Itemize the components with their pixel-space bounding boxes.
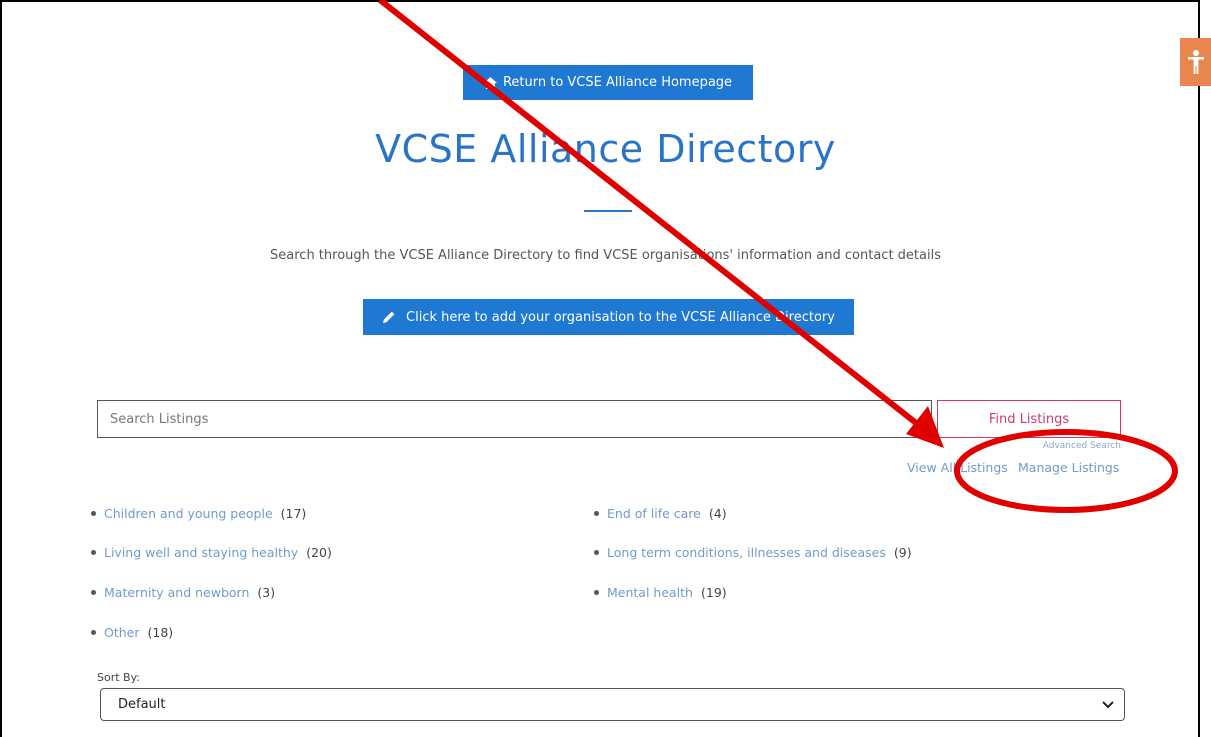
find-listings-button[interactable]: Find Listings bbox=[937, 400, 1121, 438]
advanced-search-link[interactable]: Advanced Search bbox=[1000, 441, 1121, 451]
title-divider bbox=[584, 210, 632, 212]
bullet bbox=[91, 630, 96, 635]
category-item: Living well and staying healthy (20) bbox=[91, 545, 332, 560]
category-count: (18) bbox=[147, 625, 174, 640]
bullet bbox=[594, 590, 599, 595]
pencil-icon bbox=[383, 311, 395, 323]
bullet bbox=[594, 550, 599, 555]
category-count: (20) bbox=[306, 545, 332, 560]
add-organisation-label: Click here to add your organisation to t… bbox=[406, 309, 835, 325]
add-organisation-button[interactable]: Click here to add your organisation to t… bbox=[363, 299, 854, 335]
bullet bbox=[91, 511, 96, 516]
category-link[interactable]: Mental health bbox=[607, 585, 693, 600]
category-item: Long term conditions, illnesses and dise… bbox=[594, 545, 912, 560]
category-link[interactable]: Other bbox=[104, 625, 140, 640]
category-count: (9) bbox=[893, 545, 912, 560]
category-item: Other (18) bbox=[91, 625, 173, 640]
category-count: (4) bbox=[708, 506, 727, 521]
sort-label: Sort By: bbox=[97, 671, 141, 684]
return-homepage-label: Return to VCSE Alliance Homepage bbox=[502, 75, 733, 90]
category-link[interactable]: Maternity and newborn bbox=[104, 585, 249, 600]
category-count: (17) bbox=[280, 506, 307, 521]
search-input[interactable] bbox=[97, 400, 932, 438]
category-item: Maternity and newborn (3) bbox=[91, 585, 275, 600]
chevron-down-icon bbox=[1102, 700, 1114, 708]
accessibility-button[interactable] bbox=[1180, 38, 1211, 86]
page-frame bbox=[0, 0, 1200, 737]
accessibility-icon bbox=[1187, 50, 1204, 74]
category-item: End of life care (4) bbox=[594, 506, 727, 521]
intro-text: Search through the VCSE Alliance Directo… bbox=[270, 248, 941, 263]
category-item: Mental health (19) bbox=[594, 585, 727, 600]
sort-selected-value: Default bbox=[118, 697, 166, 712]
sort-select[interactable]: Default bbox=[100, 688, 1125, 721]
return-homepage-button[interactable]: Return to VCSE Alliance Homepage bbox=[463, 65, 753, 100]
category-item: Children and young people (17) bbox=[91, 506, 306, 521]
category-link[interactable]: Long term conditions, illnesses and dise… bbox=[607, 545, 886, 560]
bullet bbox=[91, 590, 96, 595]
side-strip bbox=[1200, 0, 1211, 737]
home-icon bbox=[483, 76, 497, 89]
bullet bbox=[91, 550, 96, 555]
category-link[interactable]: Living well and staying healthy bbox=[104, 545, 298, 560]
view-all-listings-link[interactable]: View All Listings bbox=[907, 460, 1008, 475]
category-link[interactable]: End of life care bbox=[607, 506, 701, 521]
page-title: VCSE Alliance Directory bbox=[375, 127, 836, 171]
category-link[interactable]: Children and young people bbox=[104, 506, 273, 521]
manage-listings-link[interactable]: Manage Listings bbox=[1018, 460, 1119, 475]
category-count: (3) bbox=[257, 585, 276, 600]
bullet bbox=[594, 511, 599, 516]
category-count: (19) bbox=[700, 585, 727, 600]
